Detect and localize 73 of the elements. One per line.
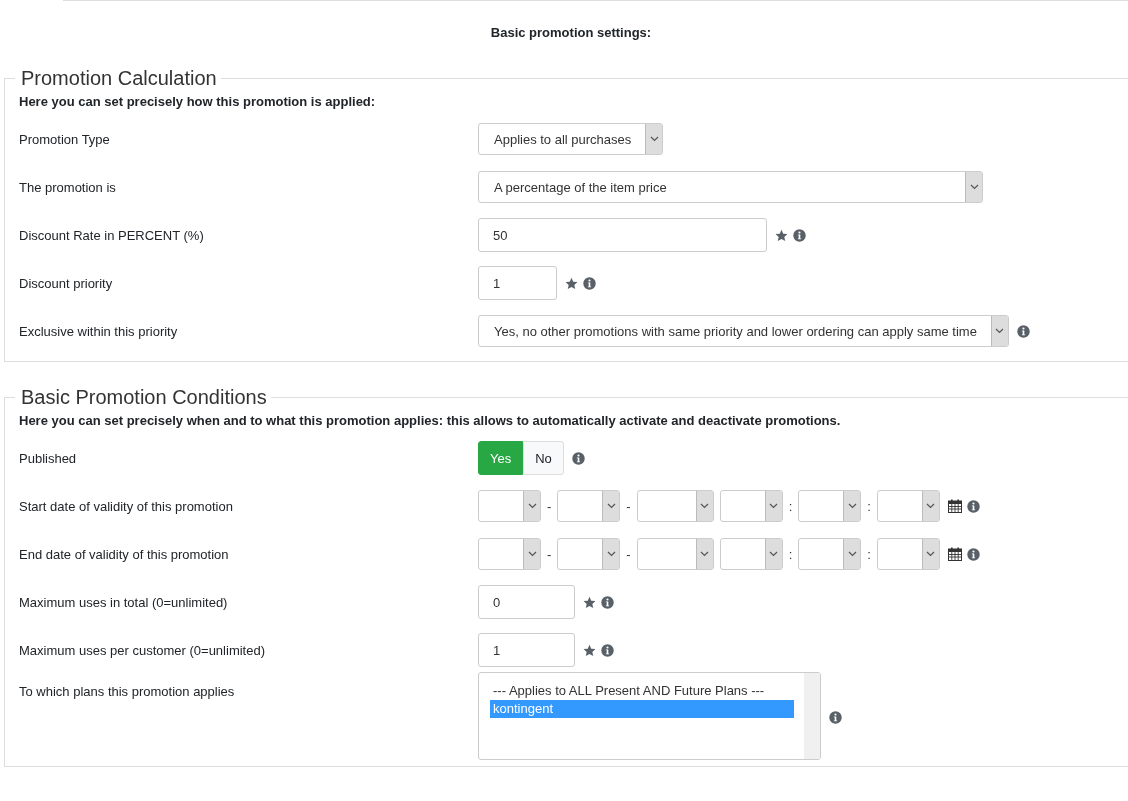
- separator-text: -: [547, 546, 552, 562]
- section-intro: Here you can set precisely when and to what this promotion applies: this allows to automatically activate and deactivate promotions.: [19, 413, 842, 428]
- chevron-down-icon: [649, 136, 659, 142]
- field-label: Start date of validity of this promotion: [19, 498, 234, 514]
- separator-text: :: [867, 498, 871, 514]
- dropdown-select[interactable]: [798, 490, 862, 522]
- info-icon[interactable]: [829, 710, 842, 724]
- dropdown-select[interactable]: [636, 490, 714, 522]
- dropdown-select[interactable]: [876, 490, 940, 522]
- text-input[interactable]: 50: [478, 218, 767, 252]
- dropdown-select[interactable]: [798, 538, 862, 570]
- field-label: End date of validity of this promotion: [19, 546, 230, 562]
- separator-text: -: [547, 498, 552, 514]
- text-input[interactable]: 1: [478, 633, 575, 667]
- text-input[interactable]: 1: [478, 266, 557, 300]
- field-label: Discount priority: [19, 275, 114, 291]
- dropdown-select[interactable]: [557, 490, 621, 522]
- toggle-option[interactable]: No: [523, 441, 564, 475]
- section-title: Promotion Calculation: [20, 67, 218, 90]
- separator-text: -: [626, 498, 631, 514]
- dropdown-select[interactable]: Applies to all purchases: [478, 123, 664, 155]
- calendar-icon[interactable]: [947, 499, 962, 513]
- field-label: Maximum uses per customer (0=unlimited): [19, 642, 266, 658]
- calendar-icon[interactable]: [947, 547, 962, 561]
- text-input[interactable]: 0: [478, 585, 575, 619]
- field-label: To which plans this promotion applies: [19, 683, 236, 699]
- info-icon[interactable]: [966, 499, 980, 513]
- field-label: Discount Rate in PERCENT (%): [19, 227, 205, 243]
- chevron-down-icon: [527, 503, 537, 509]
- dropdown-select[interactable]: Yes, no other promotions with same priority and lower ordering can apply same time: [478, 315, 1009, 347]
- info-icon[interactable]: [601, 595, 614, 609]
- plans-listbox[interactable]: --- Applies to ALL Present AND Future Plans --- kontingent: [478, 672, 821, 760]
- dropdown-select[interactable]: [719, 538, 783, 570]
- chevron-down-icon: [606, 503, 616, 509]
- info-icon[interactable]: [793, 228, 806, 242]
- chevron-down-icon: [606, 551, 616, 557]
- separator-text: -: [626, 546, 631, 562]
- field-label: Maximum uses in total (0=unlimited): [19, 594, 229, 610]
- scrollbar[interactable]: [804, 673, 820, 759]
- chevron-down-icon: [700, 551, 710, 557]
- chevron-down-icon: [969, 184, 979, 190]
- list-option[interactable]: --- Applies to ALL Present AND Future Plans ---: [490, 682, 794, 700]
- chevron-down-icon: [700, 503, 710, 509]
- field-label: The promotion is: [19, 179, 117, 195]
- field-label: Promotion Type: [19, 131, 111, 147]
- dropdown-select[interactable]: [719, 490, 783, 522]
- dropdown-select[interactable]: [478, 490, 541, 522]
- dropdown-select[interactable]: [478, 538, 541, 570]
- chevron-down-icon: [926, 503, 936, 509]
- chevron-down-icon: [847, 551, 857, 557]
- separator-text: :: [788, 546, 793, 562]
- separator-text: :: [867, 546, 871, 562]
- info-icon[interactable]: [966, 547, 980, 561]
- info-icon[interactable]: [601, 643, 614, 657]
- dropdown-select[interactable]: A percentage of the item price: [478, 171, 983, 203]
- chevron-down-icon: [769, 551, 779, 557]
- dropdown-select[interactable]: [557, 538, 621, 570]
- chevron-down-icon: [847, 503, 857, 509]
- field-label: Exclusive within this priority: [19, 323, 179, 339]
- info-icon[interactable]: [583, 276, 596, 290]
- dropdown-select[interactable]: [636, 538, 714, 570]
- chevron-down-icon: [527, 551, 537, 557]
- chevron-down-icon: [995, 328, 1005, 334]
- chevron-down-icon: [769, 503, 779, 509]
- dropdown-select[interactable]: [876, 538, 940, 570]
- info-icon[interactable]: [1016, 324, 1030, 338]
- section-intro: Here you can set precisely how this promotion is applied:: [19, 94, 377, 109]
- chevron-down-icon: [926, 551, 936, 557]
- info-icon[interactable]: [571, 451, 585, 465]
- field-label: Published: [19, 450, 78, 466]
- page-heading: Basic promotion settings:: [489, 25, 653, 40]
- section-title: Basic Promotion Conditions: [20, 386, 268, 409]
- separator-text: :: [788, 498, 793, 514]
